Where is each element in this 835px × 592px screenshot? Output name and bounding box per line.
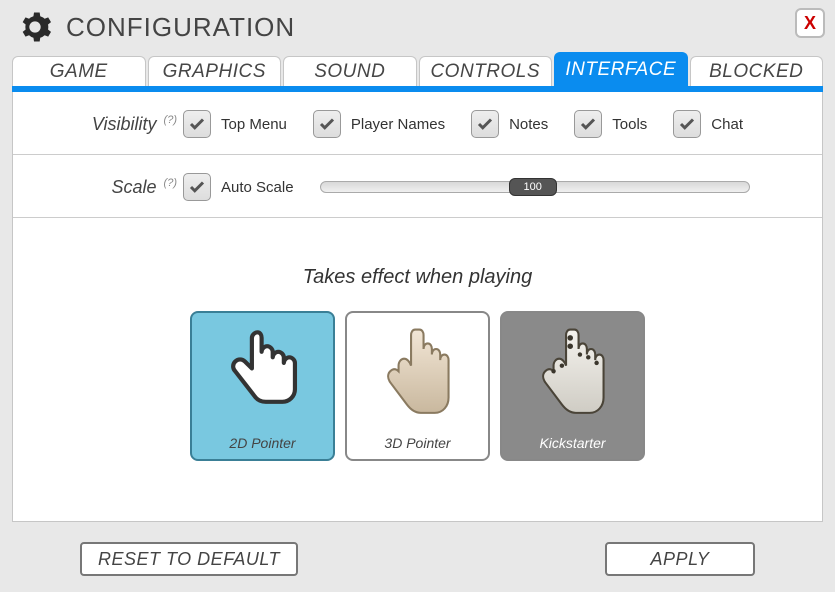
tab-interface[interactable]: INTERFACE — [554, 52, 688, 86]
pointer-option-2d[interactable]: 2D Pointer — [190, 311, 335, 461]
checkbox-label: Notes — [509, 116, 548, 133]
checkbox-tools[interactable] — [574, 110, 602, 138]
page-title: CONFIGURATION — [66, 12, 295, 43]
visibility-help-icon[interactable]: (?) — [164, 114, 177, 126]
pointer-section: Takes effect when playing 2D Pointer — [13, 218, 822, 461]
tab-game[interactable]: GAME — [12, 56, 146, 86]
pointer-option-kickstarter[interactable]: Kickstarter — [500, 311, 645, 461]
settings-panel: Visibility (?) Top Menu Player Names N — [12, 92, 823, 522]
checkbox-label: Tools — [612, 116, 647, 133]
pointer-option-3d[interactable]: 3D Pointer — [345, 311, 490, 461]
visibility-row: Visibility (?) Top Menu Player Names N — [13, 92, 822, 155]
scale-row: Scale (?) Auto Scale 100 — [13, 155, 822, 218]
reset-to-default-button[interactable]: RESET TO DEFAULT — [80, 542, 298, 576]
pointer-option-label: 2D Pointer — [229, 435, 295, 451]
pointer-option-label: Kickstarter — [539, 435, 605, 451]
tab-graphics[interactable]: GRAPHICS — [148, 56, 282, 86]
hand-2d-icon — [192, 313, 333, 435]
tabs: GAME GRAPHICS SOUND CONTROLS INTERFACE B… — [0, 52, 835, 86]
checkbox-top-menu[interactable] — [183, 110, 211, 138]
checkbox-auto-scale[interactable] — [183, 173, 211, 201]
hand-robot-icon — [502, 313, 643, 435]
pointer-heading: Takes effect when playing — [13, 266, 822, 289]
checkbox-label: Top Menu — [221, 116, 287, 133]
apply-button[interactable]: APPLY — [605, 542, 755, 576]
checkbox-player-names[interactable] — [313, 110, 341, 138]
checkbox-notes[interactable] — [471, 110, 499, 138]
scale-help-icon[interactable]: (?) — [164, 177, 177, 189]
gear-icon — [18, 10, 52, 44]
close-button[interactable]: X — [795, 8, 825, 38]
tab-blocked[interactable]: BLOCKED — [690, 56, 824, 86]
checkbox-label: Player Names — [351, 116, 445, 133]
pointer-option-label: 3D Pointer — [384, 435, 450, 451]
tab-sound[interactable]: SOUND — [283, 56, 417, 86]
scale-slider-handle[interactable]: 100 — [509, 178, 557, 196]
scale-label: Scale (?) — [23, 177, 183, 198]
visibility-label: Visibility (?) — [23, 114, 183, 135]
checkbox-chat[interactable] — [673, 110, 701, 138]
tab-controls[interactable]: CONTROLS — [419, 56, 553, 86]
checkbox-label: Chat — [711, 116, 743, 133]
hand-3d-icon — [347, 313, 488, 435]
checkbox-label: Auto Scale — [221, 179, 294, 196]
scale-slider[interactable]: 100 — [320, 181, 750, 193]
